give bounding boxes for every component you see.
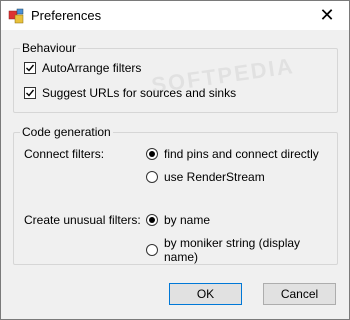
radio-icon[interactable] — [146, 214, 158, 226]
code-generation-group: Code generation Connect filters: find pi… — [13, 125, 338, 265]
radio-by-moniker[interactable]: by moniker string (display name) — [146, 236, 337, 264]
behaviour-group-title: Behaviour — [20, 41, 79, 55]
autoarrange-label: AutoArrange filters — [42, 61, 142, 75]
app-icon — [8, 8, 24, 24]
preferences-dialog: Preferences ✕ Behaviour AutoArrange filt… — [0, 0, 350, 320]
autoarrange-checkbox[interactable]: AutoArrange filters — [24, 61, 141, 75]
radio-find-pins-label: find pins and connect directly — [164, 147, 319, 161]
checkbox-icon[interactable] — [24, 87, 36, 99]
window-title: Preferences — [31, 8, 102, 23]
unusual-filters-label: Create unusual filters: — [24, 213, 141, 227]
radio-find-pins[interactable]: find pins and connect directly — [146, 147, 319, 161]
title-bar: Preferences ✕ — [1, 1, 349, 30]
radio-render-stream-label: use RenderStream — [164, 170, 265, 184]
radio-icon[interactable] — [146, 171, 158, 183]
radio-by-name-label: by name — [164, 213, 211, 227]
close-icon[interactable]: ✕ — [309, 1, 345, 30]
radio-by-moniker-label: by moniker string (display name) — [163, 236, 301, 264]
ok-button[interactable]: OK — [169, 283, 242, 305]
cancel-button[interactable]: Cancel — [263, 283, 336, 305]
checkbox-icon[interactable] — [24, 62, 36, 74]
radio-render-stream[interactable]: use RenderStream — [146, 170, 265, 184]
code-generation-group-title: Code generation — [20, 125, 113, 139]
connect-filters-label: Connect filters: — [24, 147, 105, 161]
radio-icon[interactable] — [146, 244, 158, 256]
radio-by-name[interactable]: by name — [146, 213, 210, 227]
radio-icon[interactable] — [146, 148, 158, 160]
